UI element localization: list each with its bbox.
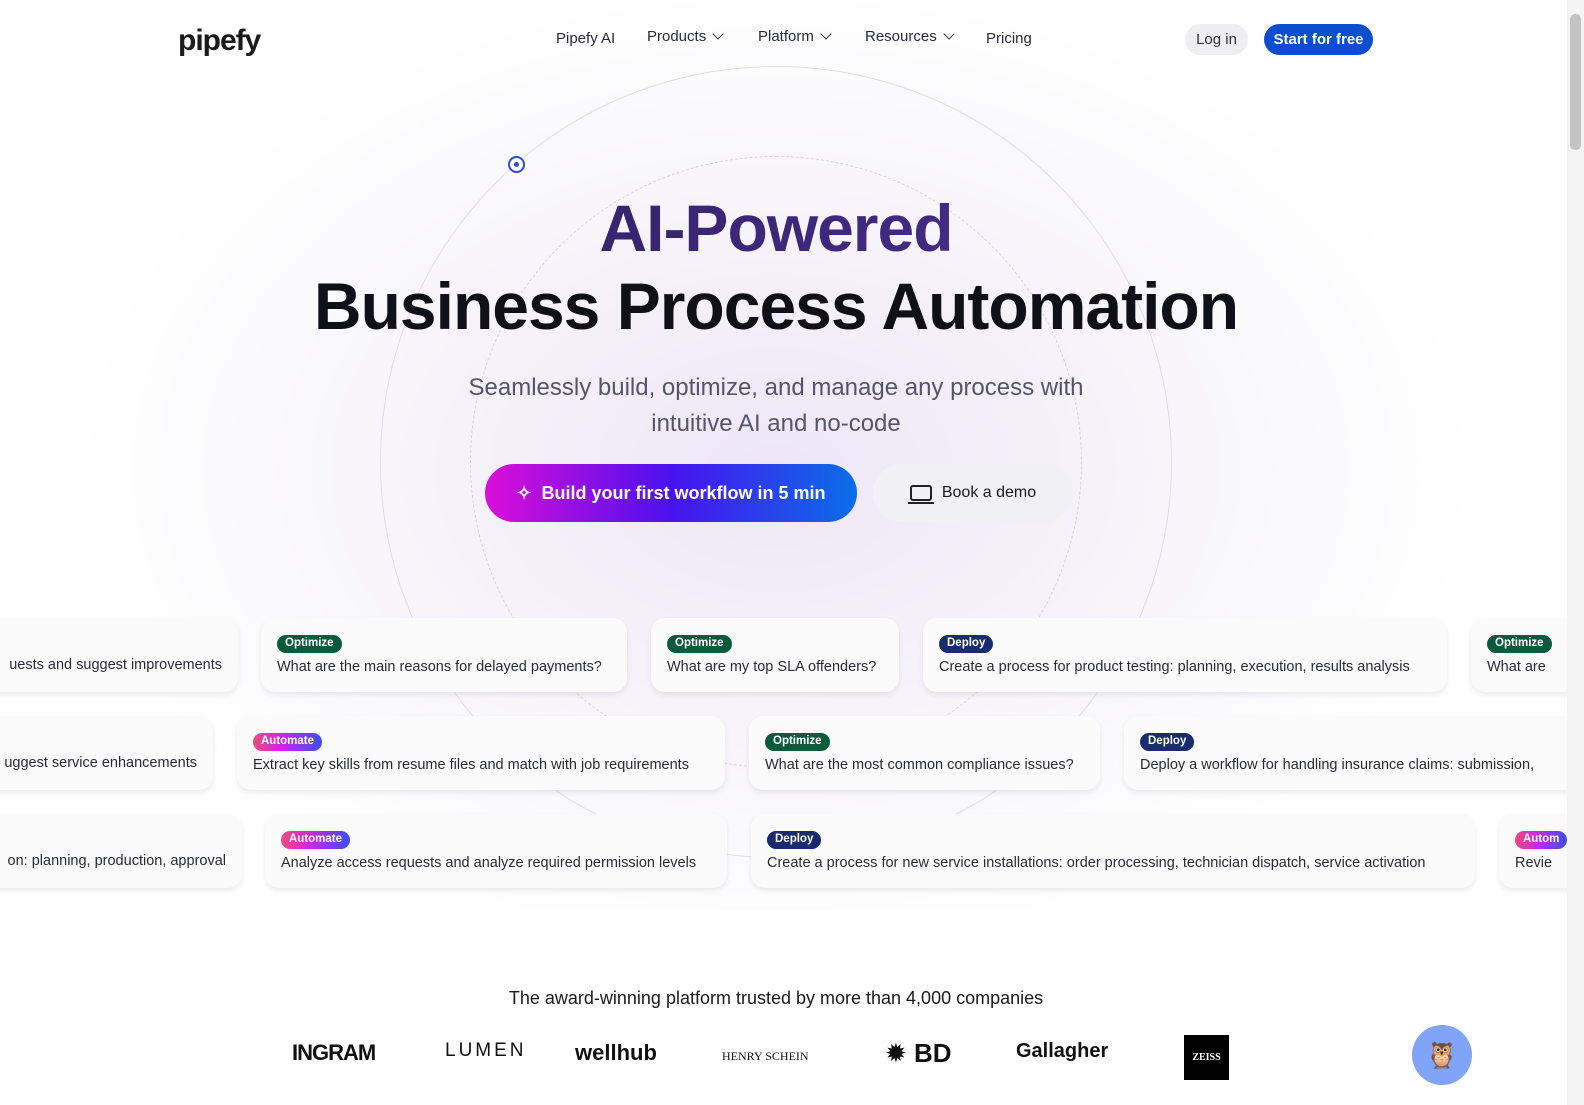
prompt-card[interactable]: Optimize What are my top SLA offenders?: [651, 618, 899, 692]
chevron-down-icon: [820, 28, 832, 40]
card-text: Create a process for product testing: pl…: [939, 659, 1410, 675]
prompt-card[interactable]: Automate Extract key skills from resume f…: [237, 716, 725, 790]
tag-badge: Optimize: [277, 635, 342, 653]
orbit-dot-icon: [508, 156, 525, 173]
card-text: What are the most common compliance issu…: [765, 757, 1074, 773]
chat-assistant-owl-icon[interactable]: 🦉: [1412, 1025, 1472, 1085]
build-workflow-button[interactable]: ✧ Build your first workflow in 5 min: [485, 464, 857, 522]
login-button[interactable]: Log in: [1185, 24, 1248, 55]
pipefy-logo[interactable]: pipefy: [178, 24, 261, 58]
subtitle-line: intuitive AI and no-code: [651, 410, 901, 437]
nav-pricing[interactable]: Pricing: [986, 30, 1032, 47]
scrollbar-thumb[interactable]: [1570, 14, 1581, 150]
card-text: Extract key skills from resume files and…: [253, 757, 689, 773]
hero-title-line2: Business Process Automation: [313, 269, 1239, 343]
tag-badge: Optimize: [765, 733, 830, 751]
card-text: What are my top SLA offenders?: [667, 659, 877, 675]
nav-resources[interactable]: Resources: [865, 28, 955, 45]
prompt-card[interactable]: Optimize What are the main reasons for de…: [261, 618, 627, 692]
tag-badge: Autom: [1515, 831, 1568, 849]
card-text: uggest service enhancements: [4, 755, 197, 771]
cta-label: Build your first workflow in 5 min: [541, 482, 826, 503]
bd-text: BD: [914, 1038, 952, 1068]
hero-title-line1: AI-Powered: [0, 190, 1552, 266]
nav-products[interactable]: Products: [647, 28, 724, 45]
tag-badge: Deploy: [1140, 733, 1195, 751]
prompt-card[interactable]: Deploy Deploy a workflow for handling ins…: [1124, 716, 1584, 790]
brand-gallagher: Gallagher: [1016, 1040, 1109, 1062]
brand-ingram: INGRAM: [292, 1040, 376, 1065]
tag-badge: Automate: [281, 831, 351, 849]
brand-lumen: LUMEN: [445, 1040, 527, 1061]
card-text: Analyze access requests and analyze requ…: [281, 855, 697, 871]
prompt-card[interactable]: on: planning, production, approval: [0, 814, 242, 888]
nav-pipefy-ai[interactable]: Pipefy AI: [556, 30, 615, 47]
nav-platform[interactable]: Platform: [758, 28, 832, 45]
prompt-card[interactable]: Deploy Create a process for product testi…: [923, 618, 1447, 692]
scrollbar[interactable]: [1567, 0, 1584, 1105]
brand-henry-schein: HENRY SCHEIN: [722, 1049, 809, 1063]
demo-label: Book a demo: [941, 484, 1037, 501]
sparkles-icon: ✧: [516, 482, 532, 503]
chevron-down-icon: [712, 28, 724, 40]
tag-badge: Optimize: [667, 635, 732, 653]
tag-badge: Automate: [253, 733, 323, 751]
prompt-card[interactable]: Automate Analyze access requests and anal…: [265, 814, 727, 888]
tag-badge: Deploy: [939, 635, 994, 653]
card-text: on: planning, production, approval: [7, 853, 226, 869]
card-text: uests and suggest improvements: [9, 657, 222, 673]
chevron-down-icon: [943, 28, 955, 40]
prompt-card[interactable]: uests and suggest improvements: [0, 618, 238, 692]
hero-subtitle: Seamlessly build, optimize, and manage a…: [0, 370, 1552, 442]
start-for-free-button[interactable]: Start for free: [1264, 24, 1373, 55]
brand-wellhub: wellhub: [575, 1040, 657, 1065]
book-demo-button[interactable]: Book a demo: [873, 464, 1073, 522]
brand-zeiss: ZEISS: [1184, 1035, 1229, 1080]
tag-badge: Deploy: [767, 831, 822, 849]
prompt-card[interactable]: uggest service enhancements: [0, 716, 213, 790]
subtitle-line: Seamlessly build, optimize, and manage a…: [468, 374, 1084, 401]
tag-badge: Optimize: [1487, 635, 1552, 653]
laptop-play-icon: [907, 485, 934, 504]
trust-text: The award-winning platform trusted by mo…: [508, 988, 1044, 1008]
prompt-card[interactable]: Optimize What are the most common complia…: [749, 716, 1100, 790]
prompt-card[interactable]: Deploy Create a process for new service i…: [751, 814, 1475, 888]
brand-bd: ✹ BD: [885, 1038, 952, 1068]
card-text: What are the main reasons for delayed pa…: [277, 659, 602, 675]
card-text: Create a process for new service install…: [767, 855, 1426, 871]
card-text: Deploy a workflow for handling insurance…: [1140, 757, 1535, 773]
